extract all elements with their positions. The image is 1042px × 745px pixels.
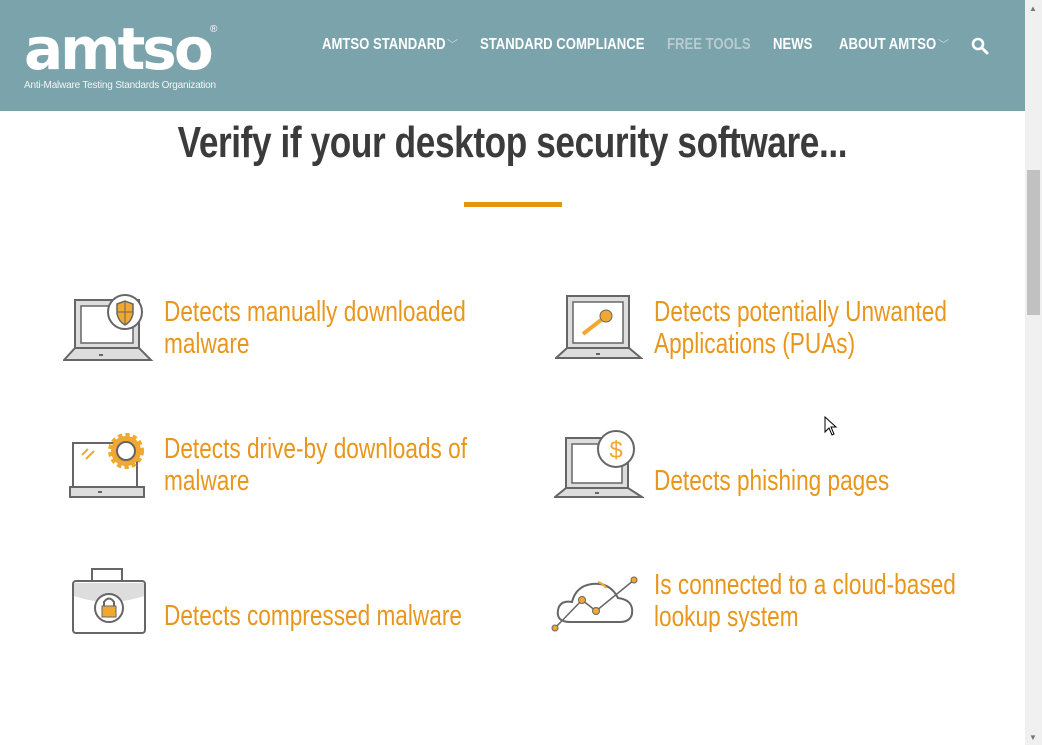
amtso-logo[interactable]: amtso ® Anti-Malware Testing Standards O… bbox=[24, 20, 217, 91]
title-divider bbox=[464, 202, 562, 207]
feature-pua: Detects potentially Unwanted Applications… bbox=[654, 296, 947, 360]
svg-text:$: $ bbox=[609, 437, 622, 464]
laptop-key-icon bbox=[555, 295, 643, 359]
mouse-cursor-icon bbox=[824, 416, 838, 436]
feature-drive-by: Detects drive-by downloads of malware bbox=[164, 433, 468, 497]
page-title: Verify if your desktop security software… bbox=[177, 118, 848, 167]
briefcase-lock-icon bbox=[72, 568, 146, 634]
laptop-gear-icon bbox=[69, 433, 145, 498]
feature-cloud-lookup: Is connected to a cloud-based lookup syst… bbox=[654, 569, 956, 633]
nav-standard-compliance[interactable]: STANDARD COMPLIANCE bbox=[480, 36, 644, 54]
search-icon[interactable] bbox=[971, 37, 989, 55]
feature-phishing: Detects phishing pages bbox=[654, 465, 890, 497]
nav-amtso-standard[interactable]: AMTSO STANDARD bbox=[322, 36, 446, 54]
scrollbar-thumb[interactable] bbox=[1027, 170, 1040, 315]
feature-manually-downloaded: Detects manually downloaded malware bbox=[164, 296, 466, 360]
scrollbar[interactable]: ▲ ▼ bbox=[1025, 0, 1042, 745]
scroll-down-icon[interactable]: ▼ bbox=[1029, 733, 1037, 742]
scroll-up-icon[interactable]: ▲ bbox=[1029, 4, 1037, 13]
nav-news[interactable]: NEWS bbox=[773, 36, 812, 54]
chevron-down-icon: ﹀ bbox=[938, 39, 949, 51]
laptop-dollar-icon: $ bbox=[554, 430, 644, 498]
chevron-down-icon: ﹀ bbox=[447, 39, 458, 51]
nav-free-tools[interactable]: FREE TOOLS bbox=[667, 36, 751, 54]
site-header: amtso ® Anti-Malware Testing Standards O… bbox=[0, 0, 1025, 111]
cloud-graph-icon bbox=[551, 576, 638, 632]
laptop-shield-icon bbox=[63, 294, 154, 361]
feature-compressed: Detects compressed malware bbox=[164, 600, 462, 632]
nav-about-amtso[interactable]: ABOUT AMTSO bbox=[839, 36, 936, 54]
